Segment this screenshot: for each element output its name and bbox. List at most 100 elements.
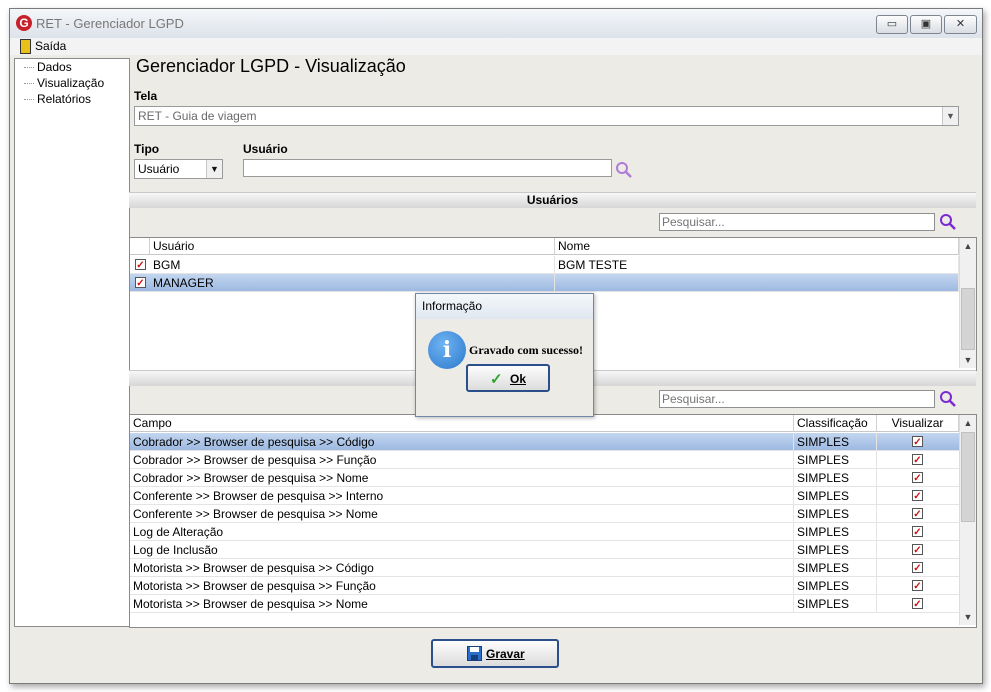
- row-classificacao: SIMPLES: [794, 487, 877, 505]
- fields-header-campo[interactable]: Campo: [130, 415, 794, 432]
- chevron-down-icon[interactable]: ▼: [206, 160, 222, 178]
- table-row[interactable]: Motorista >> Browser de pesquisa >> Códi…: [130, 559, 959, 577]
- usuario-label: Usuário: [243, 142, 288, 156]
- row-visualizar-checkbox[interactable]: ✓: [912, 454, 923, 466]
- dialog-title[interactable]: Informação: [416, 294, 593, 319]
- table-row[interactable]: Log de Inclusão SIMPLES ✓: [130, 541, 959, 559]
- row-campo: Motorista >> Browser de pesquisa >> Códi…: [130, 559, 794, 577]
- tree-item-visualizacao[interactable]: Visualização: [37, 76, 104, 90]
- scroll-up-icon[interactable]: ▲: [960, 415, 976, 431]
- usuario-input[interactable]: [243, 159, 612, 177]
- search-icon[interactable]: [615, 161, 633, 179]
- app-window: G RET - Gerenciador LGPD ▭ ▣ ✕ Saída Dad…: [9, 8, 983, 684]
- fields-search-input[interactable]: [659, 390, 935, 408]
- users-header-usuario[interactable]: Usuário: [150, 238, 555, 255]
- row-classificacao: SIMPLES: [794, 505, 877, 523]
- row-campo: Cobrador >> Browser de pesquisa >> Nome: [130, 469, 794, 487]
- table-row[interactable]: Motorista >> Browser de pesquisa >> Nome…: [130, 595, 959, 613]
- users-scrollbar[interactable]: ▲ ▼: [959, 238, 976, 368]
- tela-label: Tela: [134, 89, 158, 103]
- table-row[interactable]: Conferente >> Browser de pesquisa >> Int…: [130, 487, 959, 505]
- row-visualizar-checkbox[interactable]: ✓: [912, 544, 923, 556]
- row-classificacao: SIMPLES: [794, 451, 877, 469]
- tipo-select[interactable]: Usuário ▼: [134, 159, 223, 179]
- scroll-down-icon[interactable]: ▼: [960, 609, 976, 625]
- row-visualizar-checkbox[interactable]: ✓: [912, 508, 923, 520]
- scrollbar-thumb[interactable]: [961, 288, 975, 350]
- tree-item-relatorios[interactable]: Relatórios: [37, 92, 91, 106]
- users-search-input[interactable]: [659, 213, 935, 231]
- tree-connector: [24, 67, 34, 68]
- row-classificacao: SIMPLES: [794, 469, 877, 487]
- dialog-message: Gravado com sucesso!: [469, 343, 583, 357]
- tela-select-value: RET - Guia de viagem: [138, 109, 257, 123]
- scroll-up-icon[interactable]: ▲: [960, 238, 976, 254]
- row-campo: Cobrador >> Browser de pesquisa >> Códig…: [130, 433, 794, 451]
- menu-bar: Saída: [10, 38, 982, 55]
- navigation-tree: Dados Visualização Relatórios: [14, 58, 130, 627]
- users-section-header: Usuários: [129, 192, 976, 208]
- tree-item-dados[interactable]: Dados: [37, 60, 72, 74]
- window-title: RET - Gerenciador LGPD: [36, 16, 184, 31]
- close-button[interactable]: ✕: [944, 15, 977, 34]
- table-row[interactable]: Cobrador >> Browser de pesquisa >> Códig…: [130, 433, 959, 451]
- fields-scrollbar[interactable]: ▲ ▼: [959, 415, 976, 625]
- table-row[interactable]: Log de Alteração SIMPLES ✓: [130, 523, 959, 541]
- row-campo: Cobrador >> Browser de pesquisa >> Funçã…: [130, 451, 794, 469]
- row-visualizar-checkbox[interactable]: ✓: [912, 598, 923, 610]
- search-icon[interactable]: [939, 390, 957, 408]
- fields-table: Campo Classificação Visualizar Cobrador …: [129, 414, 977, 628]
- row-checkbox[interactable]: ✓: [135, 277, 146, 289]
- row-visualizar-checkbox[interactable]: ✓: [912, 580, 923, 592]
- exit-door-icon: [20, 39, 31, 54]
- row-classificacao: SIMPLES: [794, 577, 877, 595]
- tipo-label: Tipo: [134, 142, 160, 156]
- exit-menu-label: Saída: [35, 39, 67, 53]
- fields-header-classificacao[interactable]: Classificação: [794, 415, 877, 432]
- users-header-check: [130, 238, 150, 255]
- scrollbar-thumb[interactable]: [961, 432, 975, 522]
- chevron-down-icon[interactable]: ▼: [942, 107, 958, 125]
- table-row[interactable]: Conferente >> Browser de pesquisa >> Nom…: [130, 505, 959, 523]
- row-nome: BGM TESTE: [555, 256, 959, 274]
- save-button[interactable]: Gravar: [431, 639, 559, 668]
- exit-menu-item[interactable]: Saída: [14, 38, 74, 55]
- ok-button[interactable]: ✓ Ok: [466, 364, 550, 392]
- row-visualizar-checkbox[interactable]: ✓: [912, 472, 923, 484]
- users-header-nome[interactable]: Nome: [555, 238, 959, 255]
- info-icon: i: [428, 331, 466, 369]
- minimize-button[interactable]: ▭: [876, 15, 908, 34]
- tree-connector: [24, 99, 34, 100]
- ok-button-label: Ok: [510, 372, 527, 386]
- scroll-down-icon[interactable]: ▼: [960, 352, 976, 368]
- row-visualizar-checkbox[interactable]: ✓: [912, 436, 923, 448]
- row-visualizar-checkbox[interactable]: ✓: [912, 526, 923, 538]
- row-visualizar-checkbox[interactable]: ✓: [912, 562, 923, 574]
- table-row[interactable]: Cobrador >> Browser de pesquisa >> Nome …: [130, 469, 959, 487]
- fields-header-visualizar[interactable]: Visualizar: [877, 415, 959, 432]
- row-campo: Conferente >> Browser de pesquisa >> Int…: [130, 487, 794, 505]
- check-icon: ✓: [490, 371, 503, 388]
- row-usuario: BGM: [150, 256, 555, 274]
- table-row[interactable]: Cobrador >> Browser de pesquisa >> Funçã…: [130, 451, 959, 469]
- title-bar[interactable]: G RET - Gerenciador LGPD ▭ ▣ ✕: [10, 9, 982, 38]
- maximize-button[interactable]: ▣: [910, 15, 942, 34]
- tipo-select-value: Usuário: [138, 162, 180, 176]
- table-row[interactable]: ✓ BGM BGM TESTE: [130, 256, 959, 274]
- row-nome: [555, 274, 959, 292]
- row-classificacao: SIMPLES: [794, 433, 877, 451]
- row-checkbox[interactable]: ✓: [135, 259, 146, 271]
- tela-select[interactable]: RET - Guia de viagem ▼: [134, 106, 959, 126]
- row-classificacao: SIMPLES: [794, 595, 877, 613]
- app-logo-icon: G: [16, 15, 32, 31]
- row-visualizar-checkbox[interactable]: ✓: [912, 490, 923, 502]
- table-row[interactable]: Motorista >> Browser de pesquisa >> Funç…: [130, 577, 959, 595]
- table-row[interactable]: ✓ MANAGER: [130, 274, 959, 292]
- search-icon[interactable]: [939, 213, 957, 231]
- row-campo: Motorista >> Browser de pesquisa >> Funç…: [130, 577, 794, 595]
- row-campo: Log de Inclusão: [130, 541, 794, 559]
- info-dialog: Informação i Gravado com sucesso! ✓ Ok: [415, 293, 594, 417]
- page-title: Gerenciador LGPD - Visualização: [136, 56, 406, 76]
- row-classificacao: SIMPLES: [794, 541, 877, 559]
- tree-connector: [24, 83, 34, 84]
